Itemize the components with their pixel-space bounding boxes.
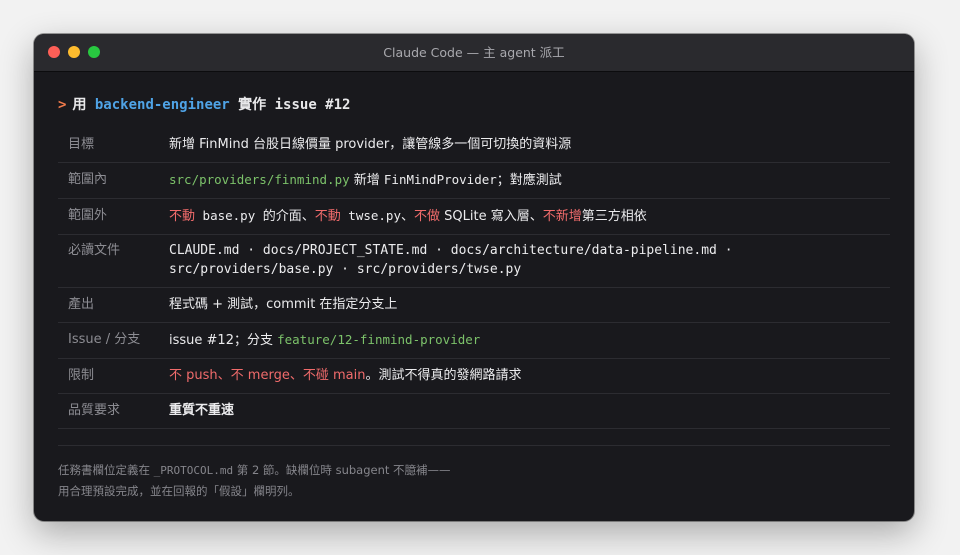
text-segment: 。測試不得真的發網路請求 (365, 368, 522, 383)
table-row-output: 產出 程式碼 + 測試，commit 在指定分支上 (58, 287, 890, 323)
branch-name: feature/12-finmind-provider (277, 332, 481, 347)
text-segment: 的介面、 (262, 209, 315, 224)
footnote: 任務書欄位定義在 _PROTOCOL.md 第 2 節。缺欄位時 subagen… (58, 460, 890, 501)
protocol-file: _PROTOCOL.md (153, 464, 234, 477)
prompt-action: 實作 issue #12 (238, 97, 351, 113)
row-value: 程式碼 + 測試，commit 在指定分支上 (159, 287, 890, 323)
text-segment: ；對應測試 (496, 173, 562, 188)
negation-text: 不新增 (542, 209, 582, 224)
row-label: 範圍內 (58, 162, 159, 199)
row-value: 新增 FinMind 台股日線價量 provider，讓管線多一個可切換的資料源 (159, 128, 890, 163)
table-row-goal: 目標 新增 FinMind 台股日線價量 provider，讓管線多一個可切換的… (58, 128, 890, 163)
file-path: src/providers/finmind.py (169, 172, 350, 187)
table-row-in-scope: 範圍內 src/providers/finmind.py 新增 FinMindP… (58, 162, 890, 199)
separator: 、 (289, 368, 303, 383)
row-label: 產出 (58, 287, 159, 323)
negation-text: 不動 (169, 209, 196, 224)
table-row-quality: 品質要求 重質不重速 (58, 393, 890, 429)
row-value: src/providers/finmind.py 新增 FinMindProvi… (159, 162, 890, 199)
prompt-line: > 用 backend-engineer 實作 issue #12 (58, 94, 890, 116)
row-value: 不 push、不 merge、不碰 main。測試不得真的發網路請求 (159, 358, 890, 394)
title-bar: Claude Code — 主 agent 派工 (34, 34, 914, 72)
row-label: 品質要求 (58, 393, 159, 429)
text-segment: issue #12；分支 (169, 333, 278, 348)
row-value: CLAUDE.md · docs/PROJECT_STATE.md · docs… (159, 234, 890, 288)
text-segment: 、 (401, 209, 415, 224)
negation-text: 不做 (414, 209, 441, 224)
terminal-content: > 用 backend-engineer 實作 issue #12 目標 新增 F… (58, 72, 890, 501)
footnote-line-1: 任務書欄位定義在 _PROTOCOL.md 第 2 節。缺欄位時 subagen… (58, 460, 890, 481)
window-title: Claude Code — 主 agent 派工 (383, 45, 565, 60)
negation-text: 不動 (314, 209, 341, 224)
prompt-verb: 用 (72, 97, 87, 113)
footnote-text: 第 2 節。缺欄位時 subagent 不臆補—— (233, 463, 451, 477)
footnote-line-2: 用合理預設完成，並在回報的「假設」欄明列。 (58, 484, 300, 498)
terminal-window: Claude Code — 主 agent 派工 > 用 backend-engi… (34, 34, 914, 521)
text-segment: 第三方相依 (581, 209, 647, 224)
row-value: issue #12；分支 feature/12-finmind-provider (159, 322, 890, 359)
negation-text: 不 push (169, 368, 218, 383)
table-row-required-docs: 必讀文件 CLAUDE.md · docs/PROJECT_STATE.md ·… (58, 234, 890, 288)
class-name: FinMindProvider (383, 172, 497, 187)
text-segment: SQLite 寫入層、 (440, 209, 543, 224)
row-value: 重質不重速 (159, 393, 890, 429)
prompt-arrow-icon: > (58, 97, 67, 113)
table-row-limits: 限制 不 push、不 merge、不碰 main。測試不得真的發網路請求 (58, 358, 890, 394)
negation-text: 不碰 main (302, 368, 366, 383)
row-label: 限制 (58, 358, 159, 394)
separator: 、 (217, 368, 231, 383)
row-label: 目標 (58, 128, 159, 163)
row-label: 範圍外 (58, 198, 159, 235)
table-row-branch: Issue / 分支 issue #12；分支 feature/12-finmi… (58, 322, 890, 359)
file-name: base.py (195, 208, 263, 223)
row-label: 必讀文件 (58, 234, 159, 288)
task-spec-table: 目標 新增 FinMind 台股日線價量 provider，讓管線多一個可切換的… (58, 128, 890, 429)
negation-text: 不 merge (230, 368, 290, 383)
file-name: twse.py (340, 208, 401, 223)
table-row-out-scope: 範圍外 不動 base.py 的介面、不動 twse.py、不做 SQLite … (58, 198, 890, 235)
text-segment: 新增 (349, 173, 384, 188)
footnote-text: 任務書欄位定義在 (58, 463, 154, 477)
row-value: 不動 base.py 的介面、不動 twse.py、不做 SQLite 寫入層、… (159, 198, 890, 235)
divider (58, 445, 890, 446)
agent-name: backend-engineer (94, 97, 230, 113)
row-label: Issue / 分支 (58, 322, 159, 359)
